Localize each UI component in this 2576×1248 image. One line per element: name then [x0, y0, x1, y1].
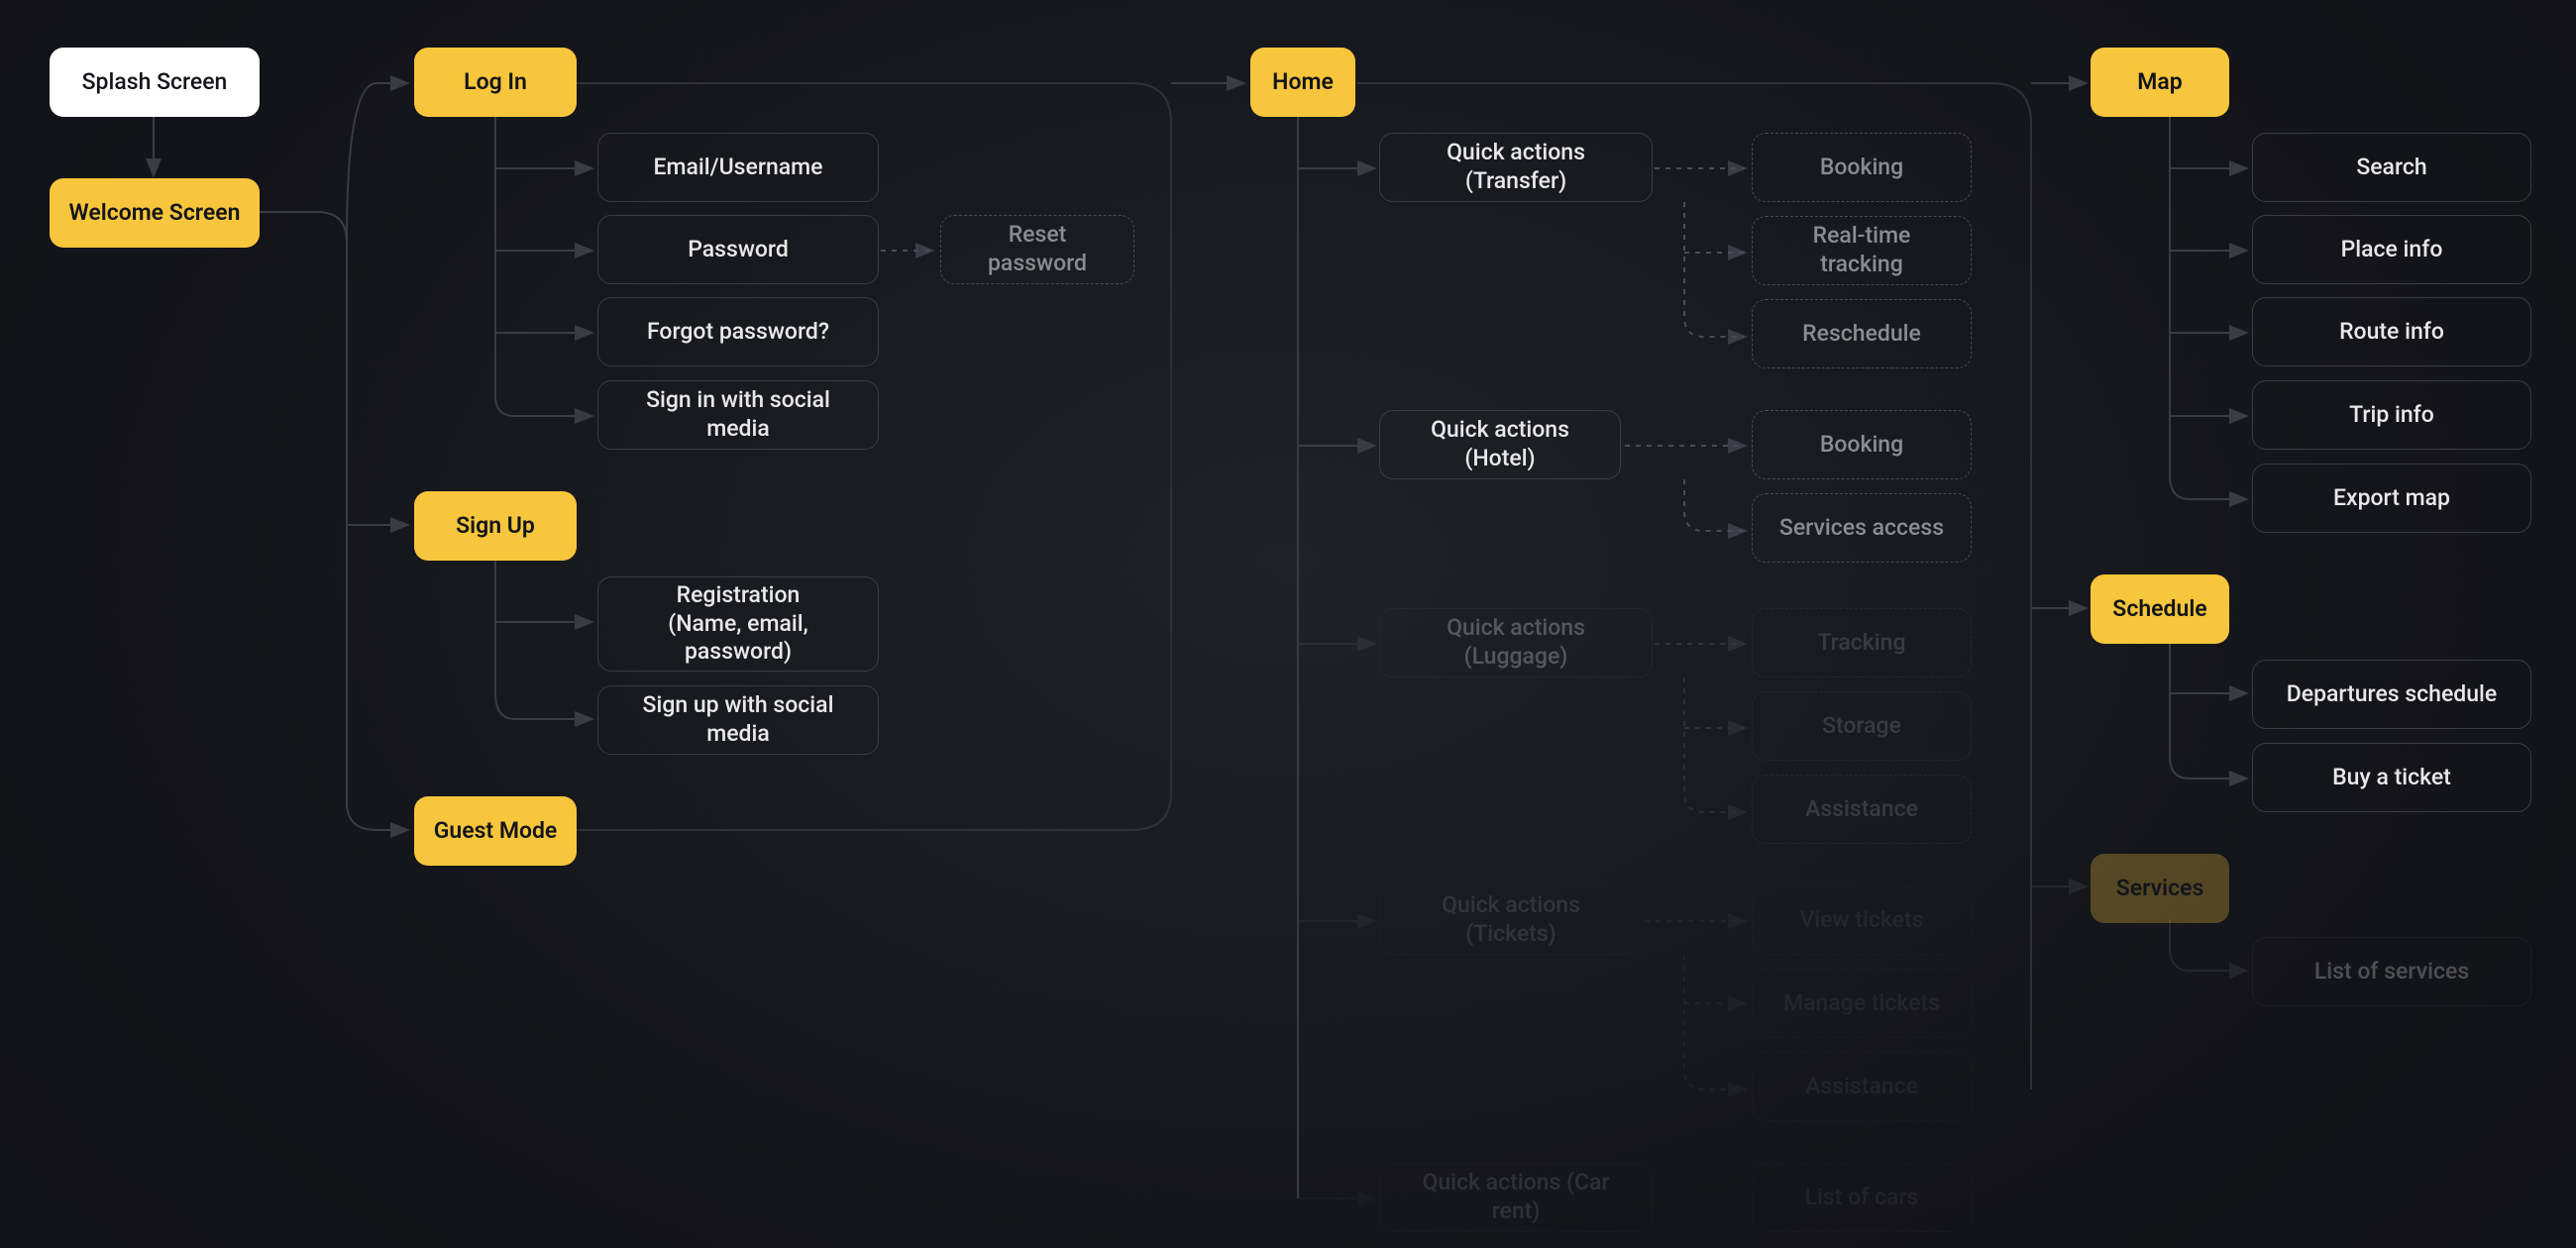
- brand-text: SINPORT: [0, 1189, 1214, 1248]
- node-qa-luggage-tracking: Tracking: [1752, 608, 1972, 677]
- node-home: Home: [1250, 48, 1355, 117]
- node-qa-luggage-assist: Assistance: [1752, 775, 1972, 844]
- node-qa-hotel-booking: Booking: [1752, 410, 1972, 479]
- brand-stripe: SINPORT: [0, 1189, 1578, 1248]
- node-qa-tickets-view: View tickets: [1752, 885, 1972, 955]
- node-qa-luggage: Quick actions (Luggage): [1379, 608, 1653, 677]
- node-qa-tickets: Quick actions (Tickets): [1379, 885, 1643, 955]
- node-qa-transfer-tracking: Real-time tracking: [1752, 216, 1972, 285]
- node-qa-tickets-assist: Assistance: [1752, 1052, 1972, 1121]
- node-registration: Registration (Name, email, password): [597, 576, 879, 672]
- node-qa-transfer: Quick actions (Transfer): [1379, 133, 1653, 202]
- node-login: Log In: [414, 48, 577, 117]
- node-social-up: Sign up with social media: [597, 685, 879, 755]
- node-qa-carrent-list: List of cars: [1752, 1163, 1972, 1232]
- node-map-export: Export map: [2252, 464, 2531, 533]
- node-map-place: Place info: [2252, 215, 2531, 284]
- node-sched-dep: Departures schedule: [2252, 660, 2531, 729]
- node-schedule: Schedule: [2091, 574, 2229, 644]
- node-qa-luggage-storage: Storage: [1752, 691, 1972, 761]
- node-map-search: Search: [2252, 133, 2531, 202]
- node-map-route: Route info: [2252, 297, 2531, 366]
- node-qa-transfer-booking: Booking: [1752, 133, 1972, 202]
- node-services-list: List of services: [2252, 937, 2531, 1006]
- node-guest: Guest Mode: [414, 796, 577, 866]
- node-services: Services: [2091, 854, 2229, 923]
- node-qa-transfer-reschedule: Reschedule: [1752, 299, 1972, 368]
- node-qa-hotel: Quick actions (Hotel): [1379, 410, 1621, 479]
- node-sched-buy: Buy a ticket: [2252, 743, 2531, 812]
- node-forgot: Forgot password?: [597, 297, 879, 366]
- node-signup: Sign Up: [414, 491, 577, 561]
- node-welcome: Welcome Screen: [50, 178, 260, 248]
- node-map: Map: [2091, 48, 2229, 117]
- node-qa-tickets-manage: Manage tickets: [1752, 969, 1972, 1038]
- node-password: Password: [597, 215, 879, 284]
- node-qa-hotel-services: Services access: [1752, 493, 1972, 563]
- node-map-trip: Trip info: [2252, 380, 2531, 450]
- node-email: Email/Username: [597, 133, 879, 202]
- node-reset: Reset password: [940, 215, 1134, 284]
- node-splash: Splash Screen: [50, 48, 260, 117]
- node-qa-carrent: Quick actions (Car rent): [1379, 1163, 1653, 1232]
- node-social-in: Sign in with social media: [597, 380, 879, 450]
